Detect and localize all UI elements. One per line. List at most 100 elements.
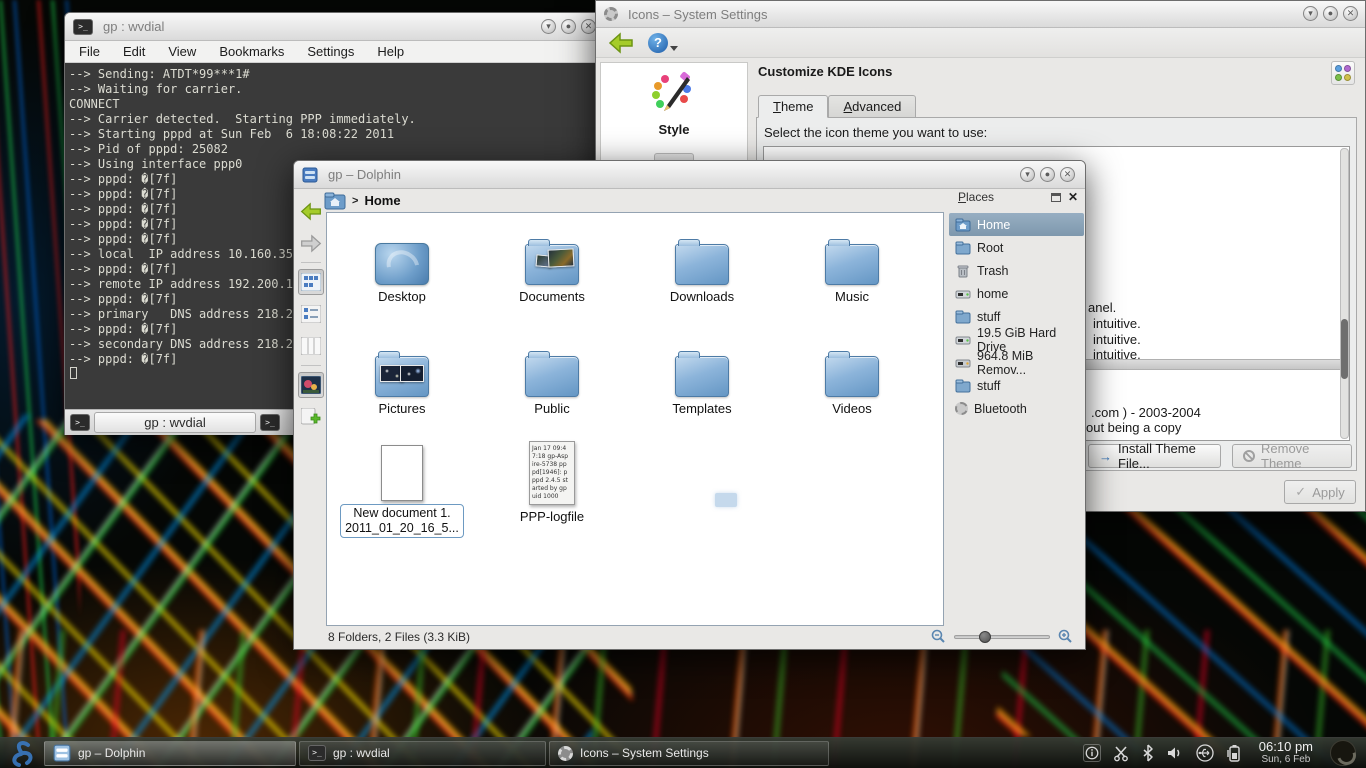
place-label: Root bbox=[977, 241, 1003, 255]
zoom-in-icon[interactable] bbox=[1058, 629, 1073, 644]
menu-file[interactable]: File bbox=[79, 44, 100, 59]
menu-settings[interactable]: Settings bbox=[307, 44, 354, 59]
details-view-button[interactable] bbox=[298, 301, 324, 327]
place-trash[interactable]: Trash bbox=[949, 259, 1084, 282]
desktop-folder-icon bbox=[375, 243, 429, 285]
place-stuff2[interactable]: stuff bbox=[949, 374, 1084, 397]
back-button[interactable] bbox=[298, 198, 324, 224]
icons-view-button[interactable] bbox=[298, 269, 324, 295]
zoom-slider-knob[interactable] bbox=[979, 631, 991, 643]
rename-box[interactable]: New document 1. 2011_01_20_16_5... bbox=[340, 504, 464, 538]
klipper-scissors-icon[interactable] bbox=[1112, 744, 1130, 762]
file-item-selected[interactable]: New document 1. 2011_01_20_16_5... bbox=[337, 437, 467, 538]
breadcrumb-home[interactable]: Home bbox=[364, 193, 400, 208]
toolbar-separator bbox=[301, 262, 321, 263]
tab-theme[interactable]: Theme bbox=[758, 95, 828, 118]
hard-drive-icon bbox=[955, 332, 971, 348]
folder-item[interactable]: Music bbox=[787, 227, 917, 304]
battery-icon[interactable] bbox=[1226, 744, 1242, 763]
device-notifier-usb-icon[interactable] bbox=[1195, 744, 1215, 762]
sidebar-item-label: Style bbox=[601, 122, 747, 137]
folder-item[interactable]: Public bbox=[487, 339, 617, 416]
settings-titlebar[interactable]: Icons – System Settings ▾ ● ✕ bbox=[596, 1, 1365, 28]
dolphin-app-icon bbox=[302, 167, 318, 183]
menu-help[interactable]: Help bbox=[377, 44, 404, 59]
place-bluetooth[interactable]: Bluetooth bbox=[949, 397, 1084, 420]
konsole-tab[interactable]: gp : wvdial bbox=[94, 412, 256, 433]
columns-view-button[interactable] bbox=[298, 333, 324, 359]
taskbar-item-wvdial[interactable]: >_ gp : wvdial bbox=[299, 741, 546, 766]
folder-item[interactable]: Videos bbox=[787, 339, 917, 416]
vertical-scrollbar[interactable] bbox=[1340, 148, 1349, 439]
notifications-icon[interactable] bbox=[1083, 744, 1101, 762]
install-theme-button[interactable]: →Install Theme File... bbox=[1088, 444, 1221, 468]
file-view[interactable]: Desktop Documents Downloads Music bbox=[326, 212, 944, 626]
menu-bookmarks[interactable]: Bookmarks bbox=[219, 44, 284, 59]
drag-ghost bbox=[715, 493, 737, 507]
preview-button[interactable] bbox=[298, 372, 324, 398]
maximize-button[interactable]: ● bbox=[1040, 167, 1055, 182]
folder-item[interactable]: Templates bbox=[637, 339, 767, 416]
new-tab-icon[interactable]: >_ bbox=[70, 414, 90, 431]
task-label: gp – Dolphin bbox=[78, 746, 145, 760]
file-item[interactable]: Jan 17 09:4 7:18 gp-Asp ire-5738 pp pd[1… bbox=[487, 437, 617, 524]
close-panel-icon[interactable]: ✕ bbox=[1068, 192, 1080, 202]
place-home-drive[interactable]: home bbox=[949, 282, 1084, 305]
place-home[interactable]: Home bbox=[949, 213, 1084, 236]
tab-advanced[interactable]: Advanced bbox=[828, 95, 916, 118]
maximize-button[interactable]: ● bbox=[1323, 6, 1338, 21]
forward-button[interactable] bbox=[298, 230, 324, 256]
back-icon[interactable] bbox=[608, 32, 634, 54]
zoom-out-icon[interactable] bbox=[931, 629, 946, 644]
place-root[interactable]: Root bbox=[949, 236, 1084, 259]
menu-view[interactable]: View bbox=[168, 44, 196, 59]
minimize-button[interactable]: ▾ bbox=[1303, 6, 1318, 21]
close-button[interactable]: ✕ bbox=[1060, 167, 1075, 182]
close-button[interactable]: ✕ bbox=[1343, 6, 1358, 21]
dolphin-titlebar[interactable]: gp – Dolphin ▾ ● ✕ bbox=[294, 161, 1085, 189]
volume-icon[interactable] bbox=[1166, 744, 1184, 762]
taskbar-item-dolphin[interactable]: gp – Dolphin bbox=[44, 741, 296, 766]
place-label: stuff bbox=[977, 379, 1000, 393]
terminal-line: --> Starting pppd at Sun Feb 6 18:08:22 … bbox=[69, 127, 599, 142]
digital-clock[interactable]: 06:10 pm Sun, 6 Feb bbox=[1253, 740, 1319, 766]
plasma-cashew-icon[interactable] bbox=[1330, 740, 1356, 766]
minimize-button[interactable]: ▾ bbox=[541, 19, 556, 34]
zoom-slider[interactable] bbox=[954, 635, 1050, 639]
folder-item[interactable]: Desktop bbox=[337, 227, 467, 304]
remove-theme-button[interactable]: Remove Theme bbox=[1232, 444, 1352, 468]
menu-edit[interactable]: Edit bbox=[123, 44, 145, 59]
bluetooth-icon[interactable] bbox=[1141, 744, 1155, 762]
removable-drive-icon bbox=[955, 355, 971, 371]
konsole-tab-label: gp : wvdial bbox=[144, 412, 205, 434]
konsole-title: gp : wvdial bbox=[103, 19, 164, 34]
konsole-titlebar[interactable]: >_ gp : wvdial ▾ ● ✕ bbox=[65, 13, 603, 41]
taskbar-item-settings[interactable]: Icons – System Settings bbox=[549, 741, 829, 766]
tab-list-icon[interactable]: >_ bbox=[260, 414, 280, 431]
folder-label: Music bbox=[787, 289, 917, 304]
maximize-button[interactable]: ● bbox=[561, 19, 576, 34]
minimize-button[interactable]: ▾ bbox=[1020, 167, 1035, 182]
file-label: 2011_01_20_16_5... bbox=[345, 521, 459, 536]
folder-item[interactable]: Pictures bbox=[337, 339, 467, 416]
close-button[interactable]: ✕ bbox=[581, 19, 596, 34]
scrollbar-thumb[interactable] bbox=[1341, 319, 1348, 379]
list-item-fragment: intuitive. bbox=[1093, 332, 1141, 347]
split-view-button[interactable] bbox=[298, 404, 324, 430]
folder-item[interactable]: Documents bbox=[487, 227, 617, 304]
downloads-folder-icon bbox=[675, 244, 729, 285]
overview-button[interactable] bbox=[1331, 61, 1355, 85]
float-panel-icon[interactable] bbox=[1051, 193, 1061, 202]
apply-button[interactable]: ✓Apply bbox=[1284, 480, 1356, 504]
trash-icon bbox=[955, 263, 971, 279]
place-label: Trash bbox=[977, 264, 1009, 278]
toolbar-separator bbox=[301, 365, 321, 366]
help-button[interactable]: ? bbox=[648, 33, 678, 53]
home-folder-icon[interactable] bbox=[324, 192, 346, 210]
folder-item[interactable]: Downloads bbox=[637, 227, 767, 304]
clock-time: 06:10 pm bbox=[1259, 740, 1313, 753]
app-launcher-icon[interactable] bbox=[6, 739, 36, 767]
settings-title: Icons – System Settings bbox=[628, 7, 767, 22]
place-removable[interactable]: 964.8 MiB Remov... bbox=[949, 351, 1084, 374]
document-file-icon bbox=[381, 445, 423, 501]
